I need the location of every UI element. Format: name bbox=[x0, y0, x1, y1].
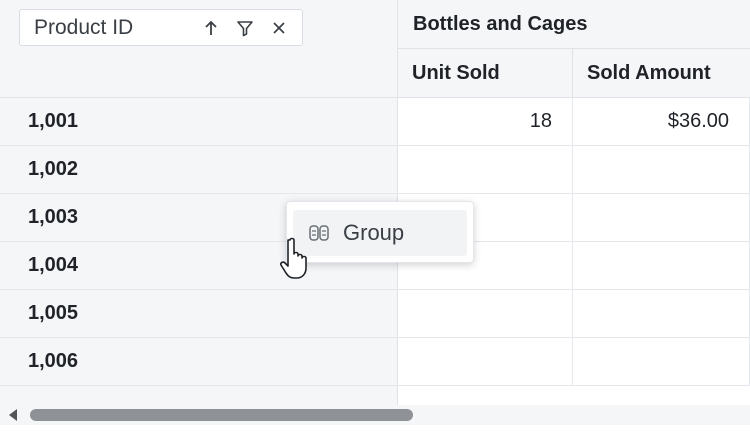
sort-ascending-icon[interactable] bbox=[200, 17, 222, 39]
filter-icon[interactable] bbox=[234, 17, 256, 39]
product-id: 1,006 bbox=[28, 350, 79, 372]
row-header[interactable]: 1,006 bbox=[0, 338, 398, 385]
column-group-label: Bottles and Cages bbox=[413, 12, 588, 35]
product-id: 1,005 bbox=[28, 302, 79, 324]
table-row: 1,002 bbox=[0, 146, 750, 194]
context-menu: Group bbox=[286, 201, 474, 263]
cell-value: $36.00 bbox=[667, 110, 729, 132]
table-row: 1,001 18 $36.00 bbox=[0, 98, 750, 146]
cell-sold-amount[interactable] bbox=[573, 338, 750, 385]
column-group-header: Bottles and Cages bbox=[398, 0, 750, 49]
context-menu-item-group[interactable]: Group bbox=[293, 210, 467, 256]
cell-unit-sold[interactable] bbox=[398, 290, 573, 337]
cell-sold-amount[interactable]: $36.00 bbox=[573, 98, 750, 145]
product-id-field-chip[interactable]: Product ID bbox=[19, 9, 303, 46]
cell-value: 18 bbox=[529, 110, 552, 132]
scroll-left-arrow-icon[interactable] bbox=[9, 409, 17, 421]
cell-unit-sold[interactable] bbox=[398, 146, 573, 193]
row-header[interactable] bbox=[0, 386, 398, 405]
column-header-label: Sold Amount bbox=[587, 61, 711, 84]
product-id: 1,003 bbox=[28, 206, 79, 228]
row-header[interactable]: 1,002 bbox=[0, 146, 398, 193]
row-header[interactable]: 1,001 bbox=[0, 98, 398, 145]
scrollbar-thumb[interactable] bbox=[30, 409, 413, 421]
product-id: 1,001 bbox=[28, 110, 79, 132]
row-header[interactable]: 1,005 bbox=[0, 290, 398, 337]
column-header-sold-amount[interactable]: Sold Amount bbox=[573, 49, 750, 98]
cell-sold-amount[interactable] bbox=[573, 290, 750, 337]
cell-sold-amount[interactable] bbox=[573, 242, 750, 289]
column-header-unit-sold[interactable]: Unit Sold bbox=[398, 49, 573, 98]
hand-cursor-icon bbox=[280, 236, 312, 285]
group-icon bbox=[309, 221, 333, 245]
product-id: 1,002 bbox=[28, 158, 79, 180]
column-header-label: Unit Sold bbox=[412, 61, 500, 84]
close-icon[interactable] bbox=[268, 17, 290, 39]
product-id: 1,004 bbox=[28, 254, 79, 276]
cell-sold-amount[interactable] bbox=[573, 146, 750, 193]
table-row: 1,005 bbox=[0, 290, 750, 338]
table-row: 1,006 bbox=[0, 338, 750, 386]
cell-unit-sold[interactable] bbox=[398, 338, 573, 385]
row-header-area: Product ID bbox=[0, 0, 398, 98]
table-row-partial bbox=[0, 386, 750, 405]
cell-sold-amount[interactable] bbox=[573, 194, 750, 241]
field-chip-label: Product ID bbox=[34, 15, 134, 39]
cell-unit-sold[interactable]: 18 bbox=[398, 98, 573, 145]
horizontal-scrollbar[interactable] bbox=[0, 405, 750, 425]
context-menu-item-label: Group bbox=[343, 220, 405, 245]
